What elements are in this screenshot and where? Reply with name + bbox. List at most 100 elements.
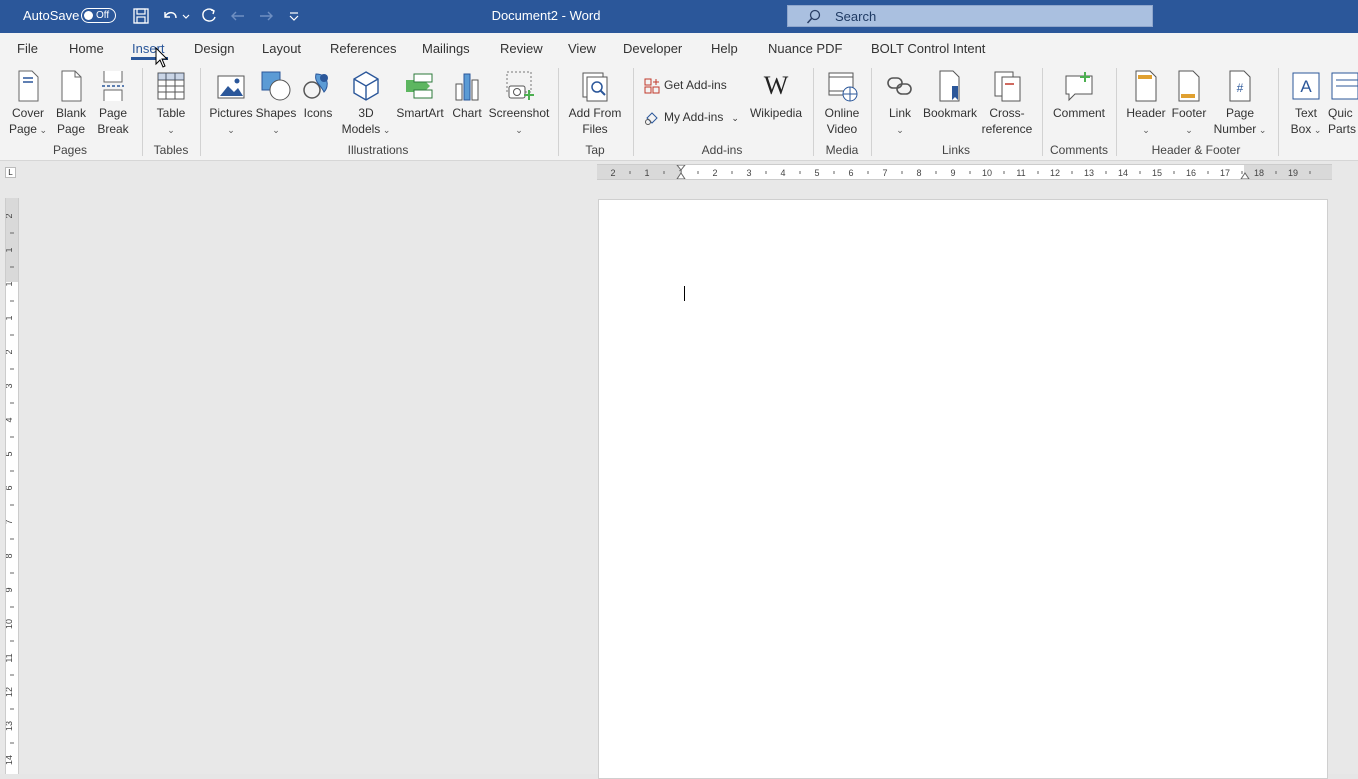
add-from-files-label-2: Files — [582, 122, 608, 136]
ruler-number: 2 — [610, 168, 615, 178]
table-button[interactable]: Table ⌄ — [150, 70, 192, 138]
group-label-pages: Pages — [52, 143, 88, 157]
vertical-ruler[interactable]: 2111234567891011121314 — [5, 198, 19, 774]
ruler-number: 1 — [6, 315, 14, 320]
get-add-ins-button[interactable]: Get Add-ins — [644, 78, 727, 94]
ruler-number: 1 — [6, 281, 14, 286]
table-icon — [157, 72, 185, 100]
horizontal-ruler[interactable]: 2112345678910111213141516171819 — [597, 164, 1332, 180]
tab-help[interactable]: Help — [711, 41, 738, 56]
group-label-media: Media — [825, 143, 859, 157]
link-icon — [887, 77, 912, 95]
tab-mailings[interactable]: Mailings — [422, 41, 470, 56]
chevron-down-icon: ⌄ — [1311, 125, 1322, 135]
tab-file[interactable]: File — [17, 41, 38, 56]
chevron-down-icon: ⌄ — [272, 125, 280, 135]
tab-references[interactable]: References — [330, 41, 396, 56]
comment-label: Comment — [1052, 106, 1105, 120]
3d-models-label-2: Models — [341, 122, 381, 136]
chevron-down-icon: ⌄ — [36, 125, 48, 135]
cross-reference-label-2: reference — [981, 122, 1033, 136]
group-separator — [142, 68, 143, 156]
table-label: Table — [156, 106, 186, 120]
group-label-illustrations: Illustrations — [347, 143, 409, 157]
online-video-label-1: Online — [824, 106, 860, 120]
bookmark-button[interactable]: Bookmark — [920, 70, 980, 121]
screenshot-button[interactable]: Screenshot ⌄ — [488, 70, 550, 138]
link-button[interactable]: Link ⌄ — [880, 70, 920, 138]
group-label-comments: Comments — [1049, 143, 1108, 157]
tab-selector[interactable]: L — [5, 167, 16, 178]
icons-button[interactable]: Icons — [298, 70, 338, 121]
my-add-ins-label: My Add-ins — [664, 110, 724, 125]
ruler-number: 15 — [1152, 168, 1162, 178]
add-from-files-button[interactable]: Add From Files — [564, 70, 626, 137]
online-video-button[interactable]: Online Video — [818, 70, 866, 137]
shapes-icon — [261, 71, 291, 101]
quick-parts-label-1: Quic — [1328, 106, 1353, 120]
document-area: L 2112345678910111213141516171819 211123… — [0, 161, 1358, 779]
group-separator — [1042, 68, 1043, 156]
cover-page-button[interactable]: Cover Page ⌄ — [5, 70, 51, 138]
header-icon — [1135, 70, 1157, 102]
tab-nuance-pdf[interactable]: Nuance PDF — [768, 41, 842, 56]
add-from-files-label-1: Add From — [568, 106, 622, 120]
quick-parts-button[interactable]: Quic Parts — [1328, 70, 1358, 137]
tab-home[interactable]: Home — [69, 41, 104, 56]
group-separator — [871, 68, 872, 156]
online-video-icon — [828, 72, 858, 102]
tab-view[interactable]: View — [568, 41, 596, 56]
cover-page-icon — [18, 70, 39, 102]
pictures-button[interactable]: Pictures ⌄ — [207, 70, 255, 138]
shapes-label: Shapes — [255, 106, 297, 120]
ruler-number: 5 — [6, 451, 14, 456]
search-box[interactable]: Search — [787, 5, 1153, 27]
ruler-number: 9 — [950, 168, 955, 178]
page-break-button[interactable]: Page Break — [92, 70, 134, 137]
comment-button[interactable]: Comment — [1049, 70, 1109, 121]
ruler-number: 10 — [6, 619, 14, 629]
mouse-pointer-icon — [155, 46, 169, 74]
smartart-button[interactable]: SmartArt — [394, 70, 446, 121]
blank-page-button[interactable]: Blank Page — [50, 70, 92, 137]
footer-button[interactable]: Footer ⌄ — [1167, 70, 1211, 138]
page-number-icon: # — [1229, 70, 1251, 102]
wikipedia-button[interactable]: W Wikipedia — [746, 70, 806, 121]
group-label-tap: Tap — [585, 143, 605, 157]
tab-review[interactable]: Review — [500, 41, 543, 56]
ruler-number: 1 — [644, 168, 649, 178]
tab-design[interactable]: Design — [194, 41, 234, 56]
chevron-down-icon: ⌄ — [167, 125, 175, 135]
pictures-label: Pictures — [209, 106, 253, 120]
ruler-number: 2 — [6, 349, 14, 354]
ruler-number: 9 — [6, 587, 14, 592]
svg-text:W: W — [764, 71, 789, 100]
group-label-links: Links — [941, 143, 970, 157]
text-box-label-2: Box — [1290, 122, 1312, 136]
ruler-number: 3 — [6, 383, 14, 388]
ruler-number: 11 — [6, 653, 14, 662]
text-box-button[interactable]: A Text Box ⌄ — [1284, 70, 1328, 138]
link-label: Link — [888, 106, 911, 120]
bookmark-label: Bookmark — [922, 106, 978, 120]
3d-models-button[interactable]: 3D Models ⌄ — [338, 70, 394, 138]
svg-text:A: A — [1300, 77, 1312, 96]
group-separator — [813, 68, 814, 156]
shapes-button[interactable]: Shapes ⌄ — [255, 70, 297, 138]
footer-icon — [1178, 70, 1200, 102]
tab-bolt-control-intent[interactable]: BOLT Control Intent — [871, 41, 985, 56]
add-from-files-icon — [582, 72, 608, 102]
my-add-ins-button[interactable]: My Add-ins ⌄ — [644, 110, 739, 126]
cross-reference-button[interactable]: Cross- reference — [980, 70, 1034, 137]
document-page[interactable] — [598, 199, 1328, 779]
ruler-number: 7 — [6, 519, 14, 524]
group-separator — [200, 68, 201, 156]
tab-layout[interactable]: Layout — [262, 41, 301, 56]
bar-chart-icon — [455, 73, 479, 101]
chart-button[interactable]: Chart — [447, 70, 487, 121]
tab-developer[interactable]: Developer — [623, 41, 682, 56]
page-number-button[interactable]: # Page Number ⌄ — [1210, 70, 1270, 138]
group-separator — [1278, 68, 1279, 156]
header-button[interactable]: Header ⌄ — [1123, 70, 1169, 138]
3d-models-label-1: 3D — [358, 106, 374, 120]
